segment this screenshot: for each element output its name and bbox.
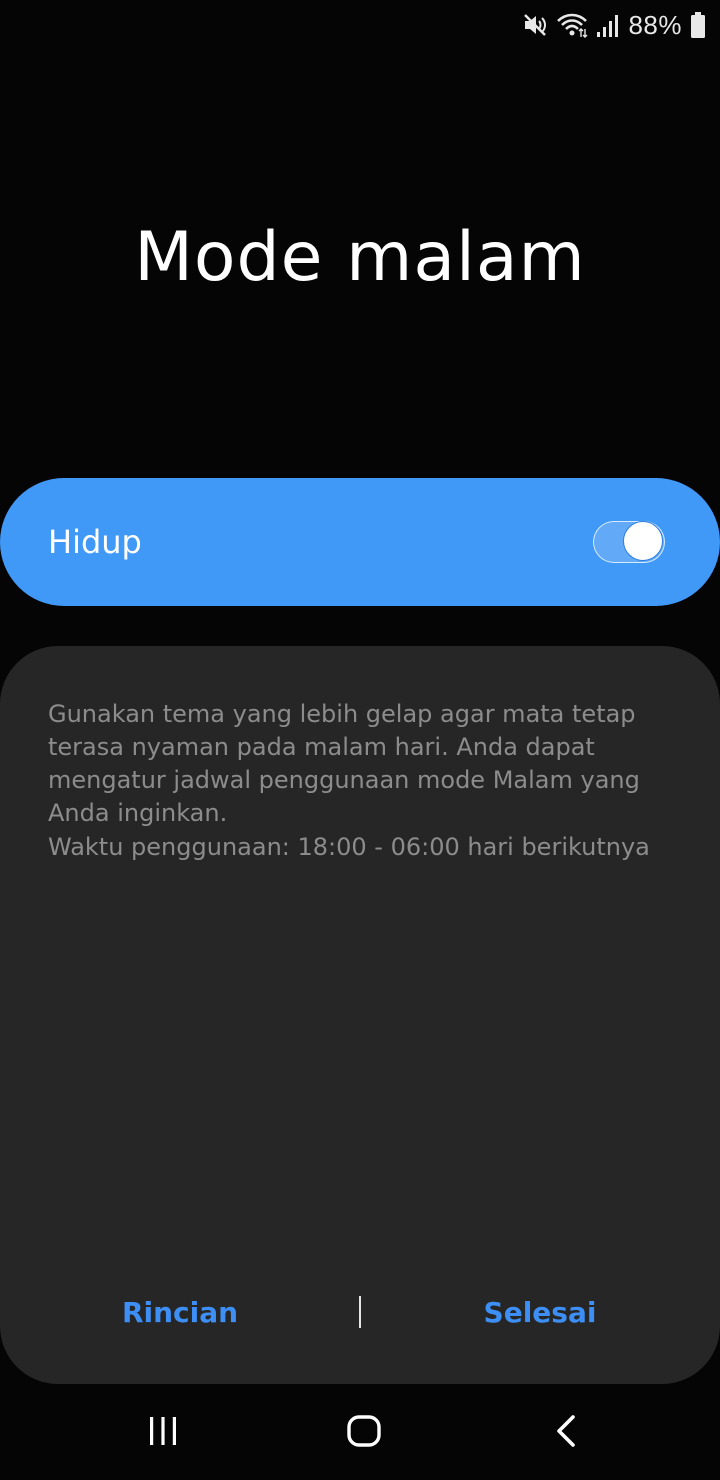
recent-apps-button[interactable]	[123, 1398, 203, 1468]
description-text: Gunakan tema yang lebih gelap agar mata …	[48, 700, 640, 827]
done-button[interactable]: Selesai	[440, 1288, 640, 1338]
wifi-icon	[556, 12, 588, 38]
battery-percent: 88%	[628, 9, 682, 40]
page-title: Mode malam	[134, 218, 586, 297]
mute-icon	[522, 12, 548, 38]
status-bar: 88%	[0, 0, 720, 50]
screen: 88% Mode malam Hidup Gunakan tema yang l…	[0, 0, 720, 1480]
details-button[interactable]: Rincian	[80, 1288, 280, 1338]
signal-icon	[596, 12, 620, 38]
home-button[interactable]	[324, 1398, 404, 1468]
night-mode-toggle[interactable]	[593, 521, 665, 563]
battery-icon	[690, 11, 706, 39]
toggle-thumb	[623, 521, 663, 561]
home-icon	[346, 1413, 382, 1453]
navigation-bar	[0, 1384, 720, 1480]
back-icon	[551, 1413, 581, 1453]
status-icons: 88%	[522, 8, 706, 42]
recent-apps-icon	[146, 1414, 180, 1452]
schedule-text: Waktu penggunaan: 18:00 - 06:00 hari ber…	[48, 833, 650, 861]
button-divider	[359, 1296, 361, 1328]
back-button[interactable]	[526, 1398, 606, 1468]
switch-label: Hidup	[48, 523, 142, 561]
